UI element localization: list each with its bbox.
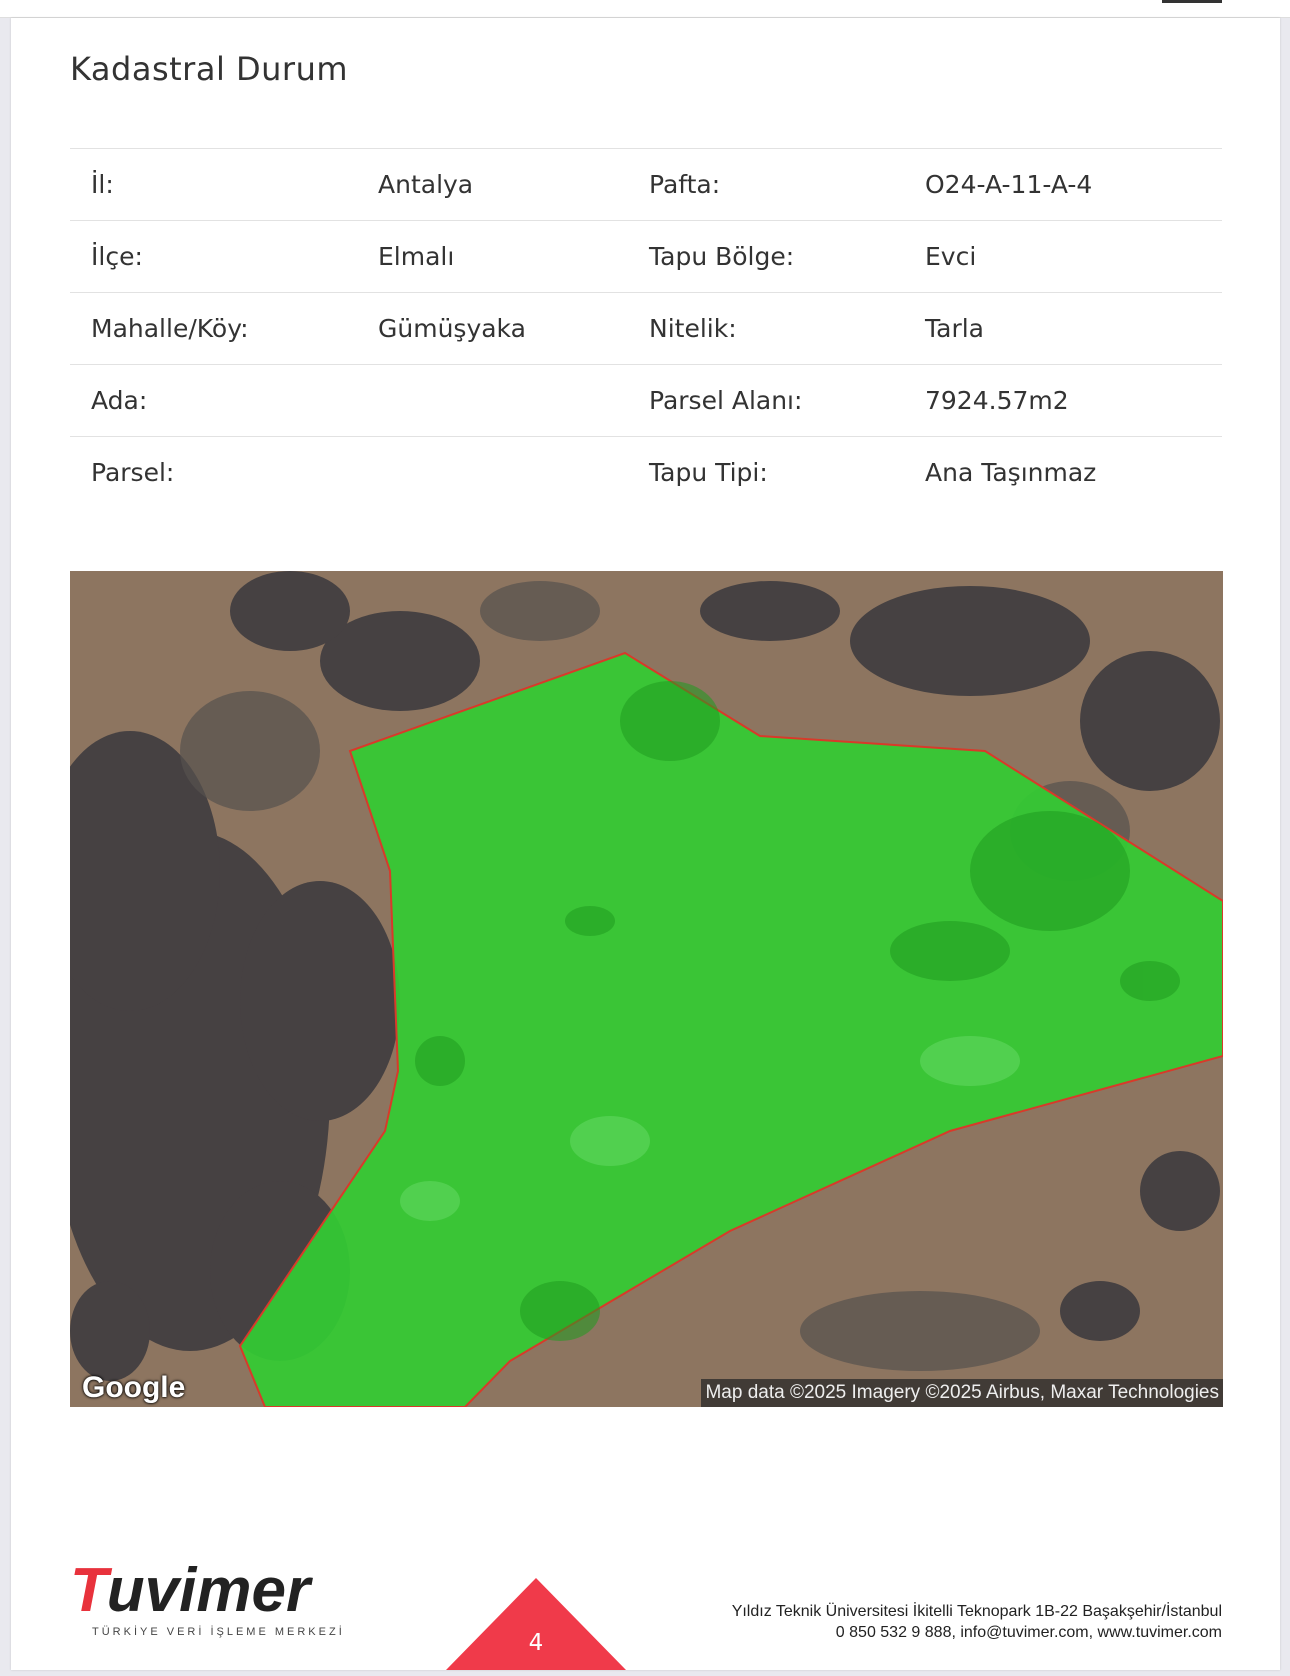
address-line: Yıldız Teknik Üniversitesi İkitelli Tekn… — [731, 1603, 1222, 1620]
field-label: Ada: — [91, 386, 148, 415]
logo-wordmark: Tuvimer — [70, 1560, 345, 1622]
company-address: Yıldız Teknik Üniversitesi İkitelli Tekn… — [732, 1601, 1222, 1643]
section-title: Kadastral Durum — [70, 50, 349, 88]
field-label: Mahalle/Köy: — [91, 314, 249, 343]
field-value: 7924.57m2 — [925, 386, 1069, 415]
field-value: Antalya — [378, 170, 474, 199]
contact-line: 0 850 532 9 888, info@tuvimer.com, www.t… — [835, 1624, 1222, 1641]
tuvimer-logo: Tuvimer TÜRKİYE VERİ İŞLEME MERKEZİ — [70, 1560, 345, 1639]
logo-subtitle: TÜRKİYE VERİ İŞLEME MERKEZİ — [92, 1626, 345, 1638]
field-value — [357, 365, 628, 437]
field-value: Elmalı — [378, 242, 455, 271]
field-value — [357, 437, 628, 509]
field-value: Ana Taşınmaz — [925, 458, 1097, 488]
field-value: Evci — [925, 242, 977, 271]
google-logo: Google — [82, 1371, 186, 1404]
field-label: Pafta: — [649, 170, 721, 199]
satellite-map: Google Map data ©2025 Imagery ©2025 Airb… — [70, 571, 1223, 1407]
table-row: Parsel: Tapu Tipi: Ana Taşınmaz — [70, 436, 1222, 509]
page-number: 4 — [528, 1630, 544, 1656]
cadastral-info-table: İl: Antalya Pafta: O24-A-11-A-4 İlçe: El… — [70, 148, 1222, 509]
top-border — [0, 0, 1290, 18]
table-row: İl: Antalya Pafta: O24-A-11-A-4 — [70, 148, 1222, 221]
logo-text: uvimer — [106, 1556, 311, 1625]
logo-letter-t: T — [70, 1556, 107, 1625]
field-label: Parsel Alanı: — [649, 386, 803, 415]
field-label: Parsel: — [91, 458, 175, 488]
table-row: İlçe: Elmalı Tapu Bölge: Evci — [70, 220, 1222, 293]
table-row: Mahalle/Köy: Gümüşyaka Nitelik: Tarla — [70, 292, 1222, 365]
table-row: Ada: Parsel Alanı: 7924.57m2 — [70, 364, 1222, 437]
field-label: İl: — [91, 170, 114, 199]
field-value: Gümüşyaka — [378, 314, 526, 343]
page-number-triangle — [446, 1578, 626, 1670]
field-label: Tapu Bölge: — [649, 242, 795, 271]
satellite-map-image — [70, 571, 1223, 1407]
report-page: Kadastral Durum İl: Antalya Pafta: O24-A… — [11, 18, 1280, 1670]
field-value: O24-A-11-A-4 — [925, 170, 1093, 199]
map-attribution: Map data ©2025 Imagery ©2025 Airbus, Max… — [701, 1379, 1223, 1407]
field-label: İlçe: — [91, 242, 143, 271]
field-value: Tarla — [925, 314, 984, 343]
field-label: Tapu Tipi: — [649, 458, 768, 488]
previous-page-edge — [1162, 0, 1222, 3]
field-label: Nitelik: — [649, 314, 737, 343]
